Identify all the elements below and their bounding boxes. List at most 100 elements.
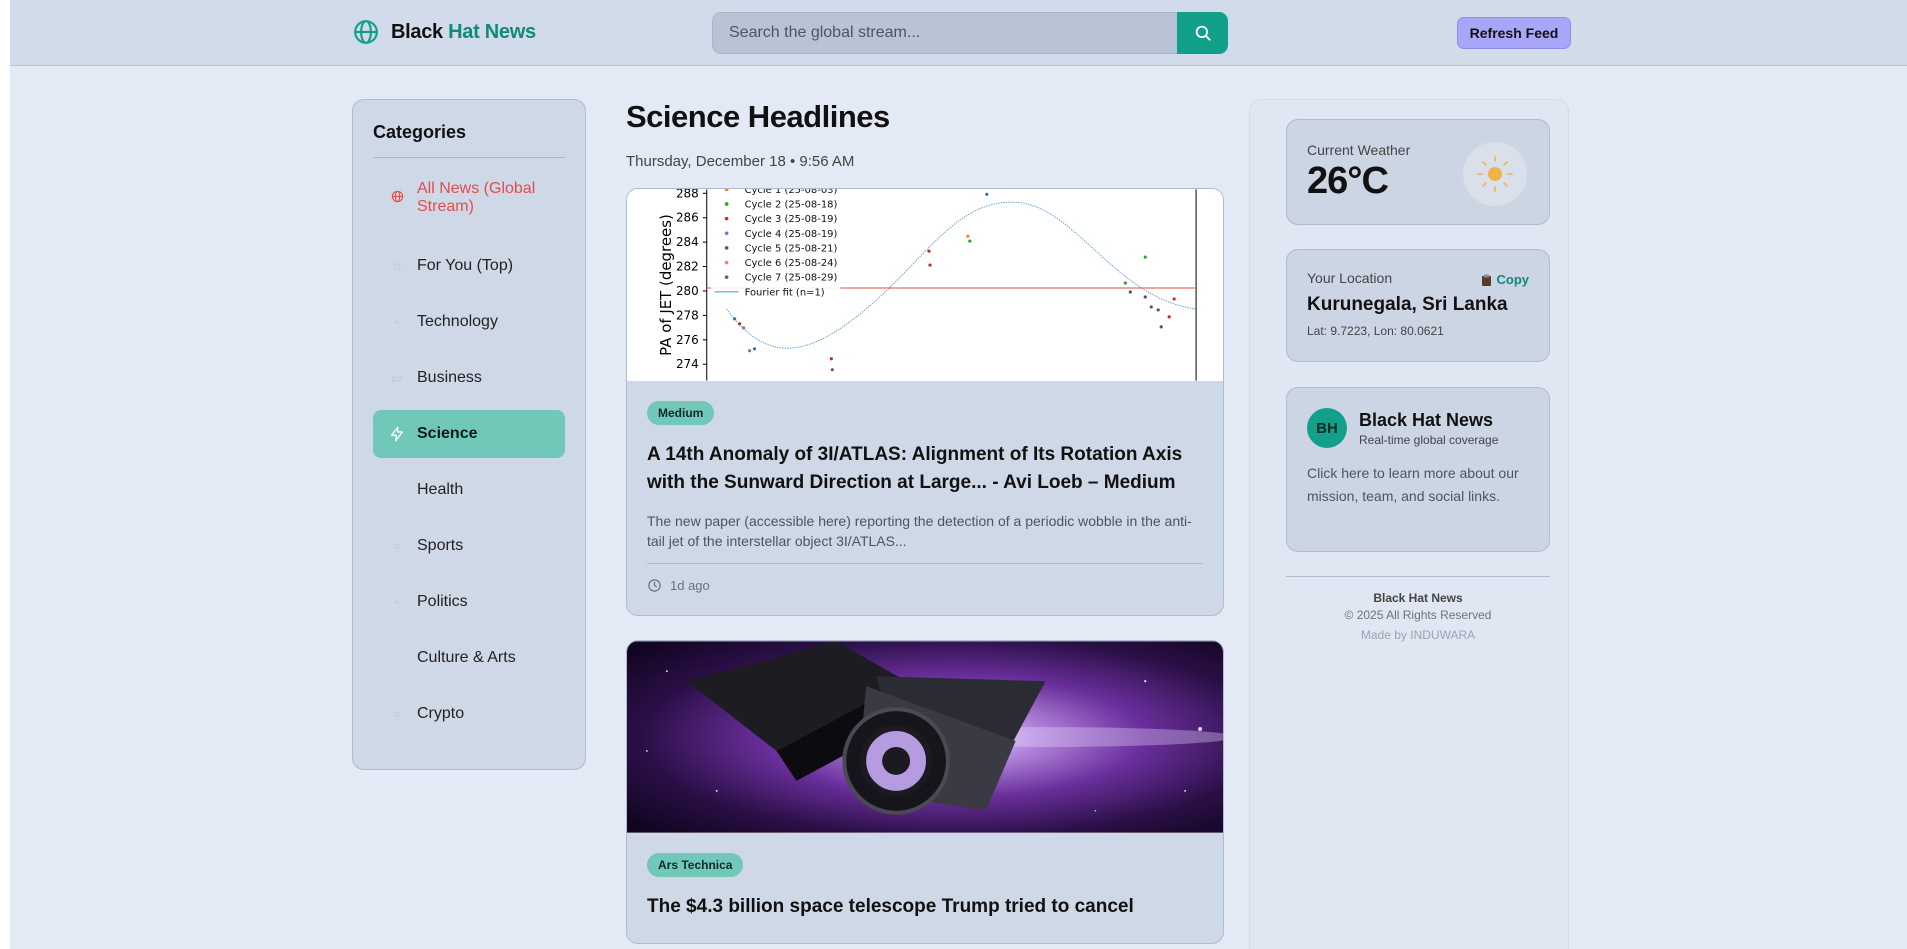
sidebar-item-label: For You (Top) xyxy=(417,257,514,274)
coin-icon: ○ xyxy=(393,707,401,721)
legend-marker xyxy=(724,202,729,206)
refresh-feed-button[interactable]: Refresh Feed xyxy=(1457,17,1571,49)
y-tick-label: 286 xyxy=(676,211,699,225)
sidebar-item-label: Crypto xyxy=(417,705,465,722)
sidebar-item-label: Health xyxy=(417,481,464,498)
y-tick-label: 276 xyxy=(676,333,699,347)
categories-sidebar: Categories All News (Global Stream) ☆ Fo… xyxy=(352,99,586,770)
about-widget[interactable]: BH Black Hat News Real-time global cover… xyxy=(1286,387,1550,552)
sidebar-item-label: All News (Global Stream) xyxy=(417,180,536,215)
sidebar-item-label: Technology xyxy=(417,313,498,330)
about-title: Black Hat News xyxy=(1359,409,1494,430)
sidebar-item-crypto[interactable]: ○ Crypto xyxy=(373,690,565,738)
logo-text-accent: Hat News xyxy=(448,20,536,43)
footer-copyright: © 2025 All Rights Reserved xyxy=(1344,608,1492,622)
sidebar-item-label: Culture & Arts xyxy=(417,649,516,666)
ball-icon: ○ xyxy=(393,539,401,553)
sidebar-item-label: Politics xyxy=(417,593,468,610)
sidebar-item-technology[interactable]: ▫ Technology xyxy=(373,298,565,346)
article-card[interactable]: Ars Technica The $4.3 billion space tele… xyxy=(626,640,1224,944)
sidebar-item-science[interactable]: Science xyxy=(373,410,565,458)
star-icon: ☆ xyxy=(391,259,403,273)
footer-brand: Black Hat News xyxy=(1373,591,1463,605)
legend-entry: Cycle 5 (25-08-21) xyxy=(745,243,838,254)
footer-credit: Made by INDUWARA xyxy=(1360,628,1476,642)
copy-label: Copy xyxy=(1496,272,1530,287)
sidebar-item-business[interactable]: ▭ Business xyxy=(373,354,565,402)
location-coords: Lat: 9.7223, Lon: 80.0621 xyxy=(1307,324,1444,338)
y-tick-label: 288 xyxy=(676,189,699,200)
right-sidebar: Current Weather 26°C Your Location Copy xyxy=(1249,99,1569,949)
legend-entry: Cycle 2 (25-08-18) xyxy=(745,199,838,210)
article-image-telescope[interactable] xyxy=(627,641,1223,833)
y-tick-label: 284 xyxy=(676,235,699,249)
legend-entry: Cycle 1 (25-08-03) xyxy=(745,189,838,196)
sidebar-title: Categories xyxy=(373,122,565,158)
legend-marker xyxy=(724,246,729,250)
chip-icon: ▫ xyxy=(394,315,400,329)
y-tick-label: 278 xyxy=(676,308,699,322)
clipboard-icon xyxy=(1481,274,1491,286)
legend-marker xyxy=(724,275,729,280)
legend-entry: Cycle 6 (25-08-24) xyxy=(745,258,838,269)
logo[interactable]: Black Hat News xyxy=(353,19,536,45)
article-card[interactable]: 288 286 284 282 280 278 276 274 PA of JET (degr… xyxy=(626,188,1224,616)
legend-marker xyxy=(724,216,729,221)
y-tick-label: 280 xyxy=(676,284,699,298)
page-title: Science Headlines xyxy=(626,99,890,134)
location-name: Kurunegala, Sri Lanka xyxy=(1307,294,1508,315)
palette-icon xyxy=(387,648,407,668)
article-meta: 1d ago xyxy=(647,563,1203,593)
legend-entry: Fourier fit (n=1) xyxy=(745,287,825,298)
sidebar-item-all-news[interactable]: All News (Global Stream) xyxy=(373,172,565,234)
article-image-plot[interactable]: 288 286 284 282 280 278 276 274 PA of JET (degr… xyxy=(627,189,1223,381)
y-tick-label: 282 xyxy=(676,260,699,274)
briefcase-icon: ▭ xyxy=(391,371,403,385)
logo-text: Black Hat News xyxy=(391,21,536,44)
article-title[interactable]: The $4.3 billion space telescope Trump t… xyxy=(647,893,1203,921)
legend-entry: Cycle 7 (25-08-29) xyxy=(745,273,838,284)
landmark-icon: ▫ xyxy=(394,595,400,609)
sidebar-item-for-you[interactable]: ☆ For You (Top) xyxy=(373,242,565,290)
sidebar-item-health[interactable]: Health xyxy=(373,466,565,514)
sidebar-item-label: Sports xyxy=(417,537,464,554)
globe-icon xyxy=(387,186,407,206)
sidebar-item-label: Business xyxy=(417,369,482,386)
weather-widget: Current Weather 26°C xyxy=(1286,119,1550,225)
copy-location-button[interactable]: Copy xyxy=(1481,272,1530,287)
article-title[interactable]: A 14th Anomaly of 3I/ATLAS: Alignment of… xyxy=(647,441,1203,497)
article-description: The new paper (accessible here) reportin… xyxy=(647,513,1192,549)
plot-legend: Cycle 1 (25-08-03) Cycle 2 (25-08-18) Cycl… xyxy=(710,189,841,298)
main-feed: Science Headlines Thursday, December 18 … xyxy=(626,99,1224,944)
about-description: Click here to learn more about our missi… xyxy=(1307,465,1519,504)
y-axis-label: PA of JET (degrees) xyxy=(657,214,675,356)
date-time: Thursday, December 18 • 9:56 AM xyxy=(626,153,855,170)
category-list: All News (Global Stream) ☆ For You (Top)… xyxy=(373,172,565,738)
legend-entry: Cycle 4 (25-08-19) xyxy=(745,229,838,240)
search-icon xyxy=(1195,25,1211,41)
article-time: 1d ago xyxy=(670,578,710,593)
sidebar-item-politics[interactable]: ▫ Politics xyxy=(373,578,565,626)
search-bar xyxy=(712,12,1228,54)
sidebar-item-culture-arts[interactable]: Culture & Arts xyxy=(373,634,565,682)
sidebar-item-label: Science xyxy=(417,425,478,442)
bolt-icon xyxy=(387,424,407,444)
source-badge[interactable]: Medium xyxy=(647,401,715,425)
about-subtitle: Real-time global coverage xyxy=(1359,432,1499,447)
globe-icon xyxy=(354,20,378,44)
clock-icon xyxy=(648,579,661,592)
y-tick-label: 274 xyxy=(676,357,699,371)
search-button[interactable] xyxy=(1177,12,1228,54)
sun-icon xyxy=(1463,142,1527,206)
avatar: BH xyxy=(1307,408,1347,448)
legend-marker xyxy=(724,231,729,236)
logo-text-primary: Black xyxy=(391,20,443,43)
heart-icon xyxy=(387,480,407,500)
top-bar: Black Hat News Refresh Feed xyxy=(10,0,1907,66)
source-badge[interactable]: Ars Technica xyxy=(647,853,744,877)
legend-marker xyxy=(724,260,729,265)
footer: Black Hat News © 2025 All Rights Reserve… xyxy=(1286,576,1550,642)
sidebar-item-sports[interactable]: ○ Sports xyxy=(373,522,565,570)
legend-entry: Cycle 3 (25-08-19) xyxy=(745,214,838,225)
search-input[interactable] xyxy=(712,12,1177,54)
